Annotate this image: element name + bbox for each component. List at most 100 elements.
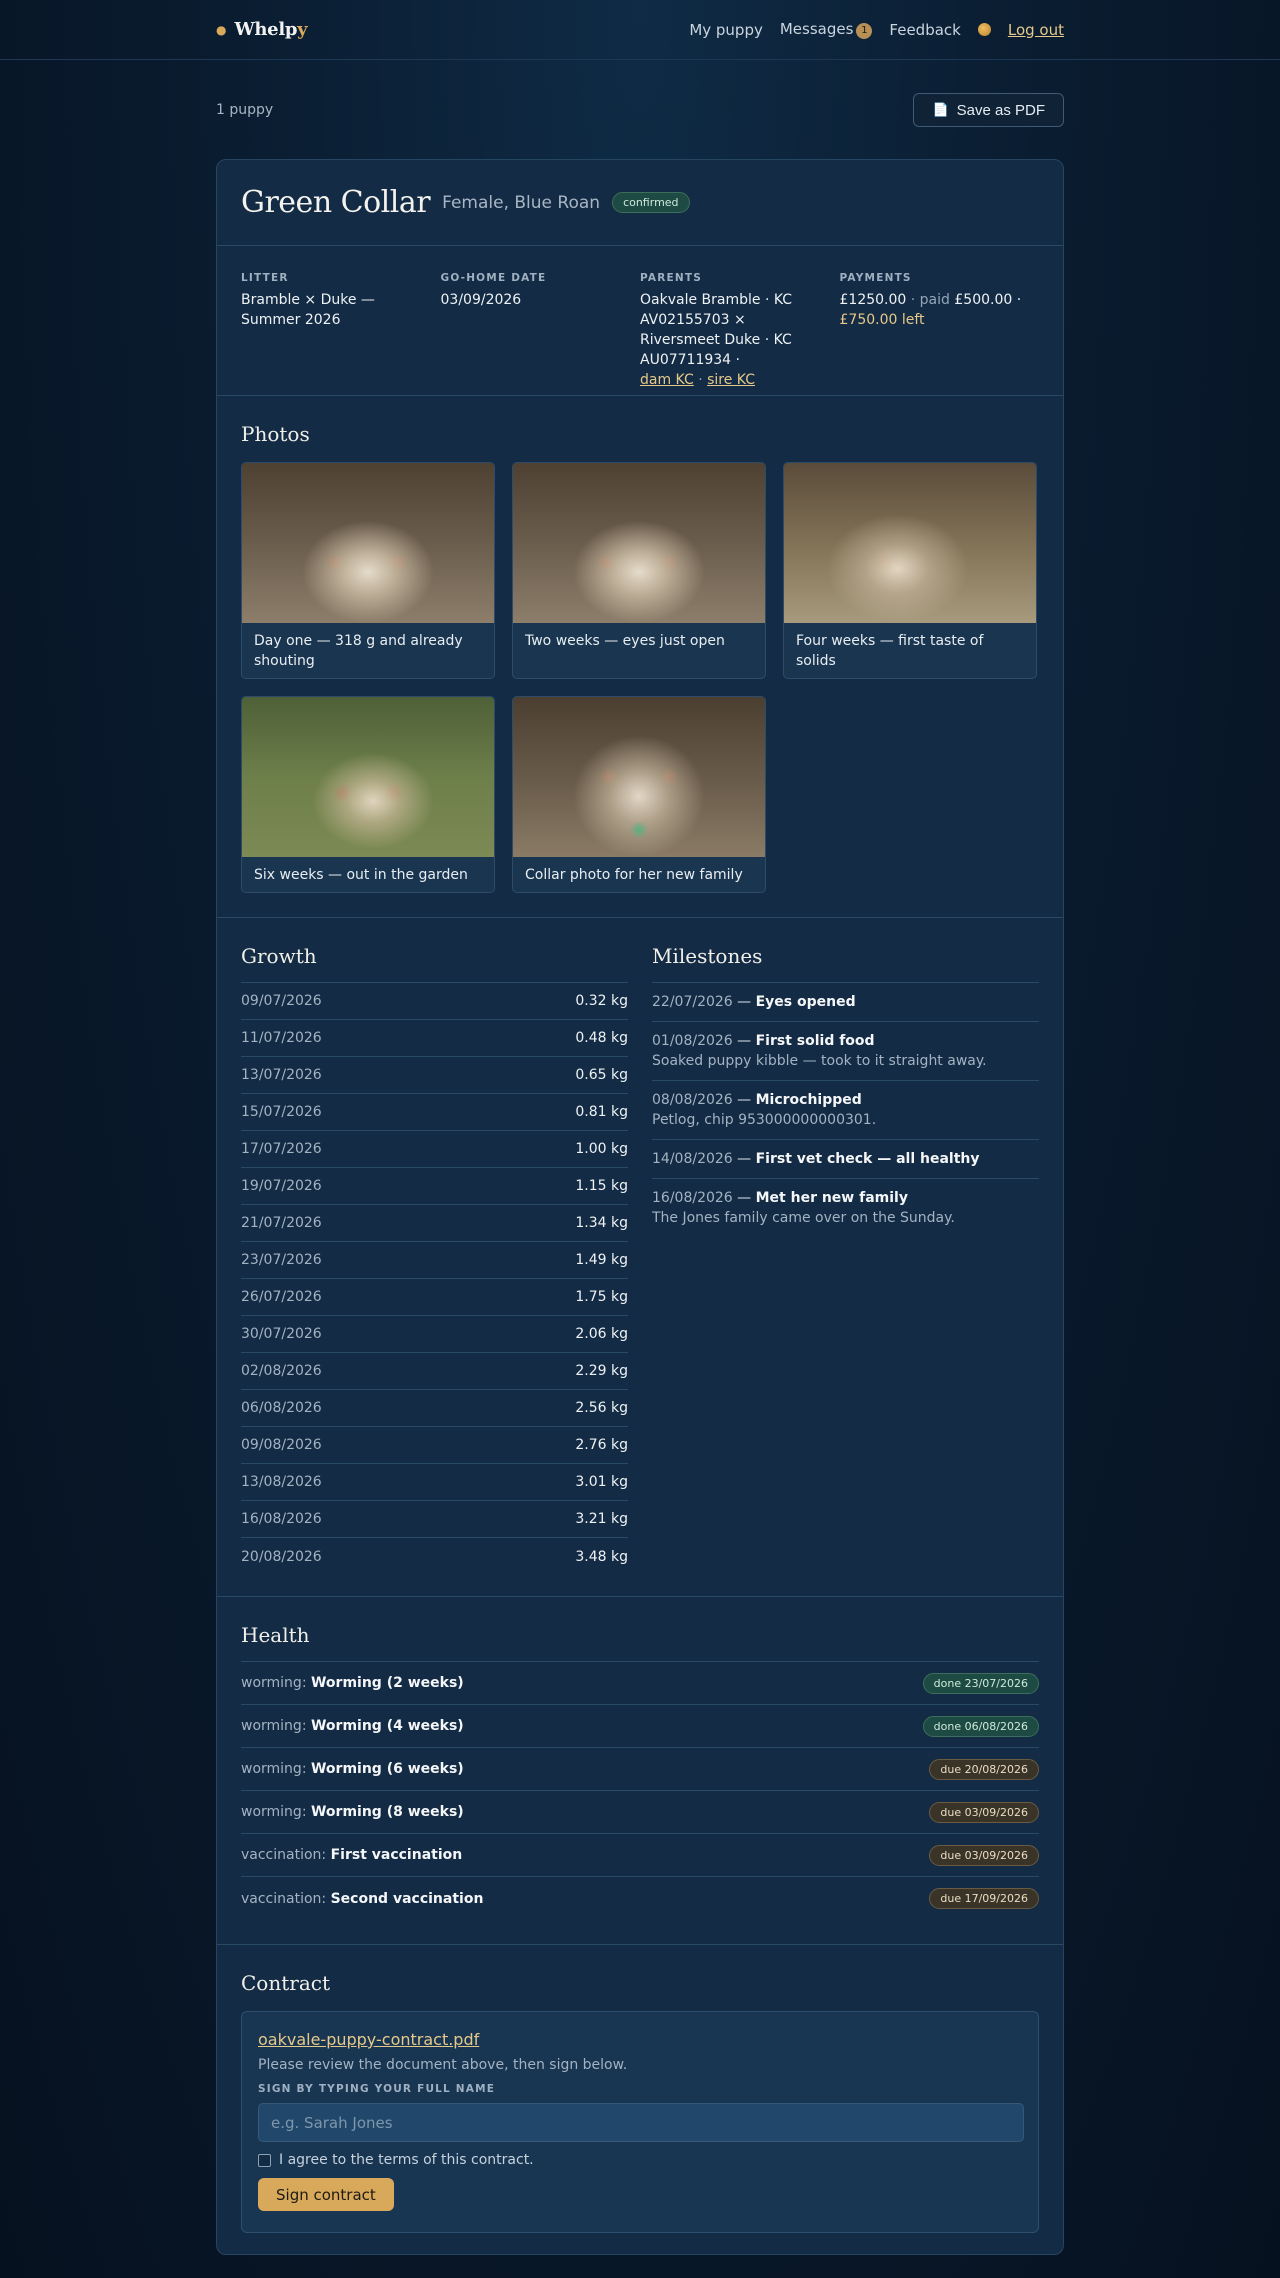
- growth-list: 09/07/2026 0.32 kg 11/07/2026 0.48 kg 13/07/…: [241, 982, 628, 1575]
- growth-date: 15/07/2026: [241, 1104, 322, 1120]
- health-title: Health: [241, 1623, 310, 1647]
- photo-card[interactable]: Collar photo for her new family: [512, 696, 766, 893]
- dam-kc-link[interactable]: dam KC: [640, 372, 694, 388]
- sire-kc-link[interactable]: sire KC: [707, 372, 755, 388]
- health-item: worming: Worming (8 weeks): [241, 1804, 464, 1820]
- contract-box: oakvale-puppy-contract.pdf Please review…: [241, 2011, 1039, 2233]
- growth-date: 19/07/2026: [241, 1178, 322, 1194]
- health-type: worming:: [241, 1804, 307, 1820]
- agree-row[interactable]: I agree to the terms of this contract.: [258, 2152, 1022, 2168]
- photo-card[interactable]: Four weeks — first taste of solids: [783, 462, 1037, 679]
- growth-row: 06/08/2026 2.56 kg: [241, 1390, 628, 1427]
- sign-contract-button[interactable]: Sign contract: [258, 2178, 394, 2211]
- contract-file-link[interactable]: oakvale-puppy-contract.pdf: [258, 2030, 479, 2049]
- growth-row: 15/07/2026 0.81 kg: [241, 1094, 628, 1131]
- photo-grid: Day one — 318 g and already shouting Two…: [241, 462, 1039, 893]
- litter-info: LITTER Bramble × Duke — Summer 2026: [241, 272, 441, 395]
- growth-row: 26/07/2026 1.75 kg: [241, 1279, 628, 1316]
- parents-value: Oakvale Bramble · KC AV02155703 × Rivers…: [640, 290, 826, 390]
- growth-date: 06/08/2026: [241, 1400, 322, 1416]
- photo-card[interactable]: Six weeks — out in the garden: [241, 696, 495, 893]
- health-row: worming: Worming (6 weeks) due 20/08/2026: [241, 1748, 1039, 1791]
- growth-weight: 1.34 kg: [575, 1215, 628, 1231]
- paw-icon: ●: [216, 22, 227, 37]
- milestone-line: 14/08/2026 — First vet check — all healt…: [652, 1151, 980, 1167]
- health-type: worming:: [241, 1675, 307, 1691]
- growth-date: 09/08/2026: [241, 1437, 322, 1453]
- growth-column: Growth 09/07/2026 0.32 kg 11/07/2026 0.48 k…: [241, 944, 628, 1596]
- parents-text: Oakvale Bramble · KC AV02155703 × Rivers…: [640, 292, 793, 368]
- milestone-date: 14/08/2026: [652, 1151, 733, 1167]
- nav-my-puppy[interactable]: My puppy: [689, 21, 763, 39]
- health-status-badge: done 23/07/2026: [922, 1672, 1039, 1694]
- photo-card[interactable]: Two weeks — eyes just open: [512, 462, 766, 679]
- health-type: vaccination:: [241, 1847, 327, 1863]
- growth-weight: 2.56 kg: [575, 1400, 628, 1416]
- growth-weight: 1.49 kg: [575, 1252, 628, 1268]
- save-pdf-button[interactable]: 📄 Save as PDF: [913, 93, 1064, 127]
- growth-date: 17/07/2026: [241, 1141, 322, 1157]
- milestone-line: 01/08/2026 — First solid food: [652, 1033, 875, 1049]
- milestone-note: Soaked puppy kibble — took to it straigh…: [652, 1053, 987, 1069]
- parents-sep: ·: [698, 372, 703, 388]
- milestone-date: 08/08/2026: [652, 1092, 733, 1108]
- payments-info: PAYMENTS £1250.00 · paid £500.00 · £750.…: [840, 272, 1040, 395]
- health-item: vaccination: First vaccination: [241, 1847, 462, 1863]
- brand[interactable]: ● Whelpy: [216, 19, 308, 40]
- milestone-title: First vet check — all healthy: [755, 1151, 980, 1167]
- growth-row: 13/08/2026 3.01 kg: [241, 1464, 628, 1501]
- growth-weight: 2.29 kg: [575, 1363, 628, 1379]
- photo-caption: Four weeks — first taste of solids: [796, 633, 984, 669]
- photo-caption: Two weeks — eyes just open: [525, 633, 725, 649]
- growth-row: 23/07/2026 1.49 kg: [241, 1242, 628, 1279]
- health-status-badge: due 03/09/2026: [929, 1844, 1039, 1866]
- milestone-item: 16/08/2026 — Met her new family The Jones…: [652, 1179, 1039, 1237]
- puppy-name: Green Collar: [241, 185, 431, 220]
- health-type: worming:: [241, 1761, 307, 1777]
- growth-weight: 3.01 kg: [575, 1474, 628, 1490]
- payment-left: £750.00 left: [839, 312, 925, 328]
- health-item: worming: Worming (6 weeks): [241, 1761, 464, 1777]
- photo-caption: Collar photo for her new family: [525, 867, 743, 883]
- milestones-list: 22/07/2026 — Eyes opened 01/08/2026 — Fir…: [652, 982, 1039, 1237]
- puppy-photo: [242, 463, 494, 623]
- photo-card[interactable]: Day one — 318 g and already shouting: [241, 462, 495, 679]
- milestone-note: Petlog, chip 953000000000301.: [652, 1112, 877, 1128]
- gohome-value: 03/09/2026: [440, 292, 522, 308]
- milestone-date: 22/07/2026: [652, 994, 733, 1010]
- milestone-date: 16/08/2026: [652, 1190, 733, 1206]
- growth-weight: 0.81 kg: [575, 1104, 628, 1120]
- gohome-label: GO-HOME DATE: [440, 272, 547, 284]
- nav-feedback[interactable]: Feedback: [889, 21, 960, 39]
- growth-date: 02/08/2026: [241, 1363, 322, 1379]
- health-section: Health worming: Worming (2 weeks) done 23…: [217, 1596, 1063, 1944]
- puppy-photo: [513, 697, 765, 857]
- growth-row: 11/07/2026 0.48 kg: [241, 1020, 628, 1057]
- growth-row: 13/07/2026 0.65 kg: [241, 1057, 628, 1094]
- payment-paid: £500.00 ·: [954, 292, 1022, 308]
- growth-row: 02/08/2026 2.29 kg: [241, 1353, 628, 1390]
- health-name: Second vaccination: [330, 1890, 484, 1907]
- health-item: worming: Worming (2 weeks): [241, 1675, 464, 1691]
- milestone-date: 01/08/2026: [652, 1033, 733, 1049]
- main-nav: My puppy Messages 1 Feedback Log out: [689, 20, 1064, 39]
- contract-title: Contract: [241, 1971, 330, 1995]
- milestone-item: 08/08/2026 — Microchipped Petlog, chip 95…: [652, 1081, 1039, 1140]
- puppy-card: Green Collar Female, Blue Roan confirmed…: [216, 159, 1064, 2255]
- gohome-info: GO-HOME DATE 03/09/2026: [441, 272, 641, 395]
- milestone-title: Microchipped: [755, 1092, 862, 1108]
- growth-weight: 3.48 kg: [575, 1548, 628, 1565]
- agree-checkbox[interactable]: [258, 2153, 271, 2167]
- photo-caption: Day one — 318 g and already shouting: [254, 633, 463, 669]
- growth-date: 13/08/2026: [241, 1474, 322, 1490]
- puppy-header: Green Collar Female, Blue Roan confirmed: [217, 160, 1063, 245]
- nav-messages[interactable]: Messages 1: [780, 20, 873, 39]
- logout-link[interactable]: Log out: [1008, 21, 1064, 39]
- health-status-badge: done 06/08/2026: [922, 1715, 1039, 1737]
- nav-messages-label: Messages: [779, 20, 854, 38]
- milestone-note: The Jones family came over on the Sunday…: [652, 1210, 955, 1226]
- signature-input[interactable]: [258, 2103, 1024, 2142]
- theme-toggle-icon[interactable]: [977, 23, 991, 36]
- milestone-title: Eyes opened: [755, 994, 856, 1010]
- growth-date: 16/08/2026: [241, 1511, 322, 1527]
